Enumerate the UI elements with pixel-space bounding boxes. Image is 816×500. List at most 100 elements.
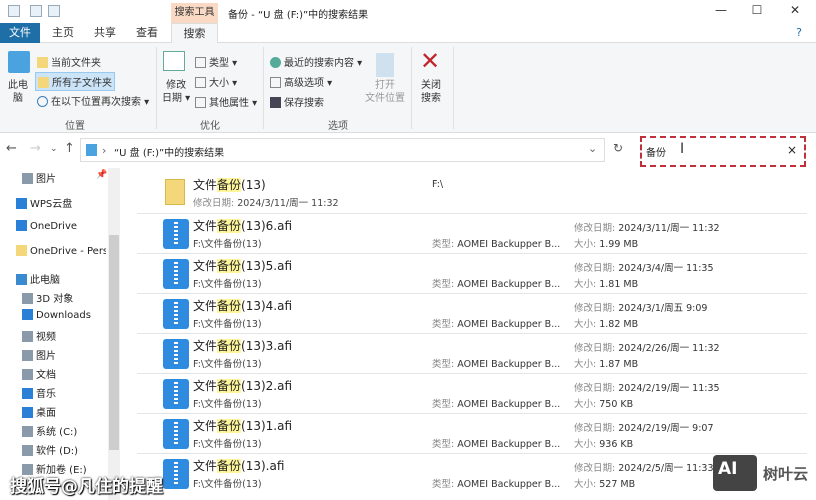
file-path: F:\文件备份(13) [193, 319, 262, 330]
help-icon[interactable]: ? [792, 23, 806, 43]
computer-icon [16, 274, 27, 285]
search-location-icon [86, 144, 97, 156]
file-path: F:\文件备份(13) [193, 239, 262, 250]
file-size: 大小: 936 KB [574, 439, 634, 450]
nav-item[interactable]: 图片 [22, 170, 106, 185]
properties-icon[interactable] [30, 5, 42, 17]
date-modified-button[interactable]: 修改 日期 ▾ [162, 79, 190, 105]
ribbon: 此电 脑 当前文件夹 所有子文件夹 在以下位置再次搜索 ▾ 位置 修改 日期 ▾… [0, 43, 816, 133]
size-button[interactable]: 大小 ▾ [195, 74, 237, 89]
nav-item[interactable]: 视频 [22, 328, 106, 343]
new-folder-icon[interactable] [48, 5, 60, 17]
folder-row[interactable]: 文件备份(13) 修改日期: 2024/3/11/周一 11:32 F:\ [137, 173, 807, 213]
save-search-button[interactable]: 保存搜索 [270, 94, 324, 109]
tab-search[interactable]: 搜索 [171, 23, 218, 44]
nav-item[interactable]: 音乐 [22, 385, 106, 400]
file-type: 类型: AOMEI Backupper B... [432, 479, 561, 490]
file-size: 大小: 527 MB [574, 479, 636, 490]
open-file-location-button: 打开 文件位置 [365, 80, 405, 104]
recent-searches-button[interactable]: 最近的搜索内容 ▾ [270, 54, 362, 69]
address-input[interactable]: › “U 盘 (F:)”中的搜索结果 ⌄ [80, 138, 605, 162]
this-pc-button[interactable]: 此电 脑 [8, 79, 28, 105]
file-name: 文件备份(13)6.afi [193, 219, 293, 233]
minimize-button[interactable]: — [706, 3, 736, 21]
subfolders-icon [38, 77, 49, 88]
back-button[interactable]: ← [6, 141, 17, 156]
nav-item[interactable]: 桌面 [22, 404, 106, 419]
archive-file-icon [163, 259, 189, 289]
properties-icon [195, 97, 206, 108]
file-row[interactable]: 文件备份(13)3.afi F:\文件备份(13) 类型: AOMEI Backup… [137, 333, 807, 373]
current-folder-button[interactable]: 当前文件夹 [37, 54, 101, 69]
file-row[interactable]: 文件备份(13)4.afi F:\文件备份(13) 类型: AOMEI Backup… [137, 293, 807, 333]
search-again-button[interactable]: 在以下位置再次搜索 ▾ [37, 93, 149, 108]
file-size: 大小: 750 KB [574, 399, 634, 410]
nav-item[interactable]: 软件 (D:) [22, 442, 106, 457]
file-row[interactable]: 文件备份(13).afi F:\文件备份(13) 类型: AOMEI Backupp… [137, 453, 807, 493]
nav-item[interactable]: 3D 对象 [22, 290, 106, 305]
file-path: F:\文件备份(13) [193, 279, 262, 290]
music-icon [22, 388, 33, 399]
maximize-button[interactable]: ☐ [742, 3, 772, 21]
kind-button[interactable]: 类型 ▾ [195, 54, 237, 69]
advanced-icon [270, 77, 281, 88]
nav-item[interactable]: 文档 [22, 366, 106, 381]
file-row[interactable]: 文件备份(13)5.afi F:\文件备份(13) 类型: AOMEI Backup… [137, 253, 807, 293]
app-icon [8, 5, 20, 17]
file-type: 类型: AOMEI Backupper B... [432, 279, 561, 290]
close-search-button[interactable]: 关闭 搜索 [421, 79, 441, 105]
tab-view[interactable]: 查看 [132, 23, 162, 43]
tab-home[interactable]: 主页 [48, 23, 78, 43]
recent-locations-button[interactable]: ⌄ [50, 144, 58, 154]
navigation-pane: 图片 WPS云盘 OneDrive OneDrive - Perso 此电脑 3D 对象 D… [0, 168, 120, 500]
drive-icon [22, 426, 33, 437]
open-location-icon [376, 53, 394, 77]
up-button[interactable]: ↑ [64, 141, 75, 156]
nav-item[interactable]: 此电脑 [16, 271, 106, 286]
close-search-icon: ✕ [420, 47, 441, 75]
pin-icon: 📌 [96, 170, 108, 180]
computer-icon [8, 51, 30, 73]
window-title: 备份 - “U 盘 (F:)”中的搜索结果 [228, 10, 369, 21]
search-input[interactable]: 备份 [646, 144, 666, 159]
advanced-options-button[interactable]: 高级选项 ▾ [270, 74, 332, 89]
file-type: 类型: AOMEI Backupper B... [432, 319, 561, 330]
folder-date: 修改日期: 2024/3/11/周一 11:32 [193, 198, 339, 209]
tab-share[interactable]: 共享 [90, 23, 120, 43]
file-row[interactable]: 文件备份(13)1.afi F:\文件备份(13) 类型: AOMEI Backup… [137, 413, 807, 453]
all-subfolders-button[interactable]: 所有子文件夹 [35, 72, 115, 91]
calendar-icon [163, 51, 185, 71]
nav-item[interactable]: OneDrive - Perso [16, 245, 106, 257]
tab-file[interactable]: 文件 [0, 23, 40, 43]
search-box[interactable]: 备份 I × [640, 136, 806, 167]
refresh-button[interactable]: ↻ [613, 141, 623, 155]
archive-file-icon [163, 379, 189, 409]
file-type: 类型: AOMEI Backupper B... [432, 239, 561, 250]
nav-item[interactable]: 系统 (C:) [22, 423, 106, 438]
other-properties-button[interactable]: 其他属性 ▾ [195, 94, 257, 109]
size-icon [195, 77, 206, 88]
file-size: 大小: 1.81 MB [574, 279, 639, 290]
nav-item[interactable]: WPS云盘 [16, 195, 106, 210]
file-type: 类型: AOMEI Backupper B... [432, 399, 561, 410]
archive-file-icon [163, 419, 189, 449]
onedrive-icon [16, 220, 27, 231]
folder-location: F:\ [432, 179, 444, 190]
forward-button[interactable]: → [30, 141, 41, 156]
close-button[interactable]: ✕ [780, 3, 810, 21]
nav-item[interactable]: Downloads [22, 309, 106, 321]
text-cursor-icon: I [680, 141, 685, 157]
breadcrumb-path: “U 盘 (F:)”中的搜索结果 [114, 148, 225, 159]
file-name: 文件备份(13)1.afi [193, 419, 293, 433]
file-row[interactable]: 文件备份(13)6.afi F:\文件备份(13) 类型: AOMEI Backup… [137, 213, 807, 253]
archive-file-icon [163, 459, 189, 489]
nav-scrollbar-thumb[interactable] [109, 235, 119, 450]
file-row[interactable]: 文件备份(13)2.afi F:\文件备份(13) 类型: AOMEI Backup… [137, 373, 807, 413]
address-dropdown[interactable]: ⌄ [588, 142, 597, 155]
document-icon [22, 369, 33, 380]
clear-search-button[interactable]: × [787, 143, 797, 157]
nav-item[interactable]: 图片 [22, 347, 106, 362]
file-name: 文件备份(13)5.afi [193, 259, 293, 273]
ribbon-tabs: 文件 主页 共享 查看 搜索 ? [0, 23, 816, 44]
nav-item[interactable]: OneDrive [16, 220, 106, 232]
